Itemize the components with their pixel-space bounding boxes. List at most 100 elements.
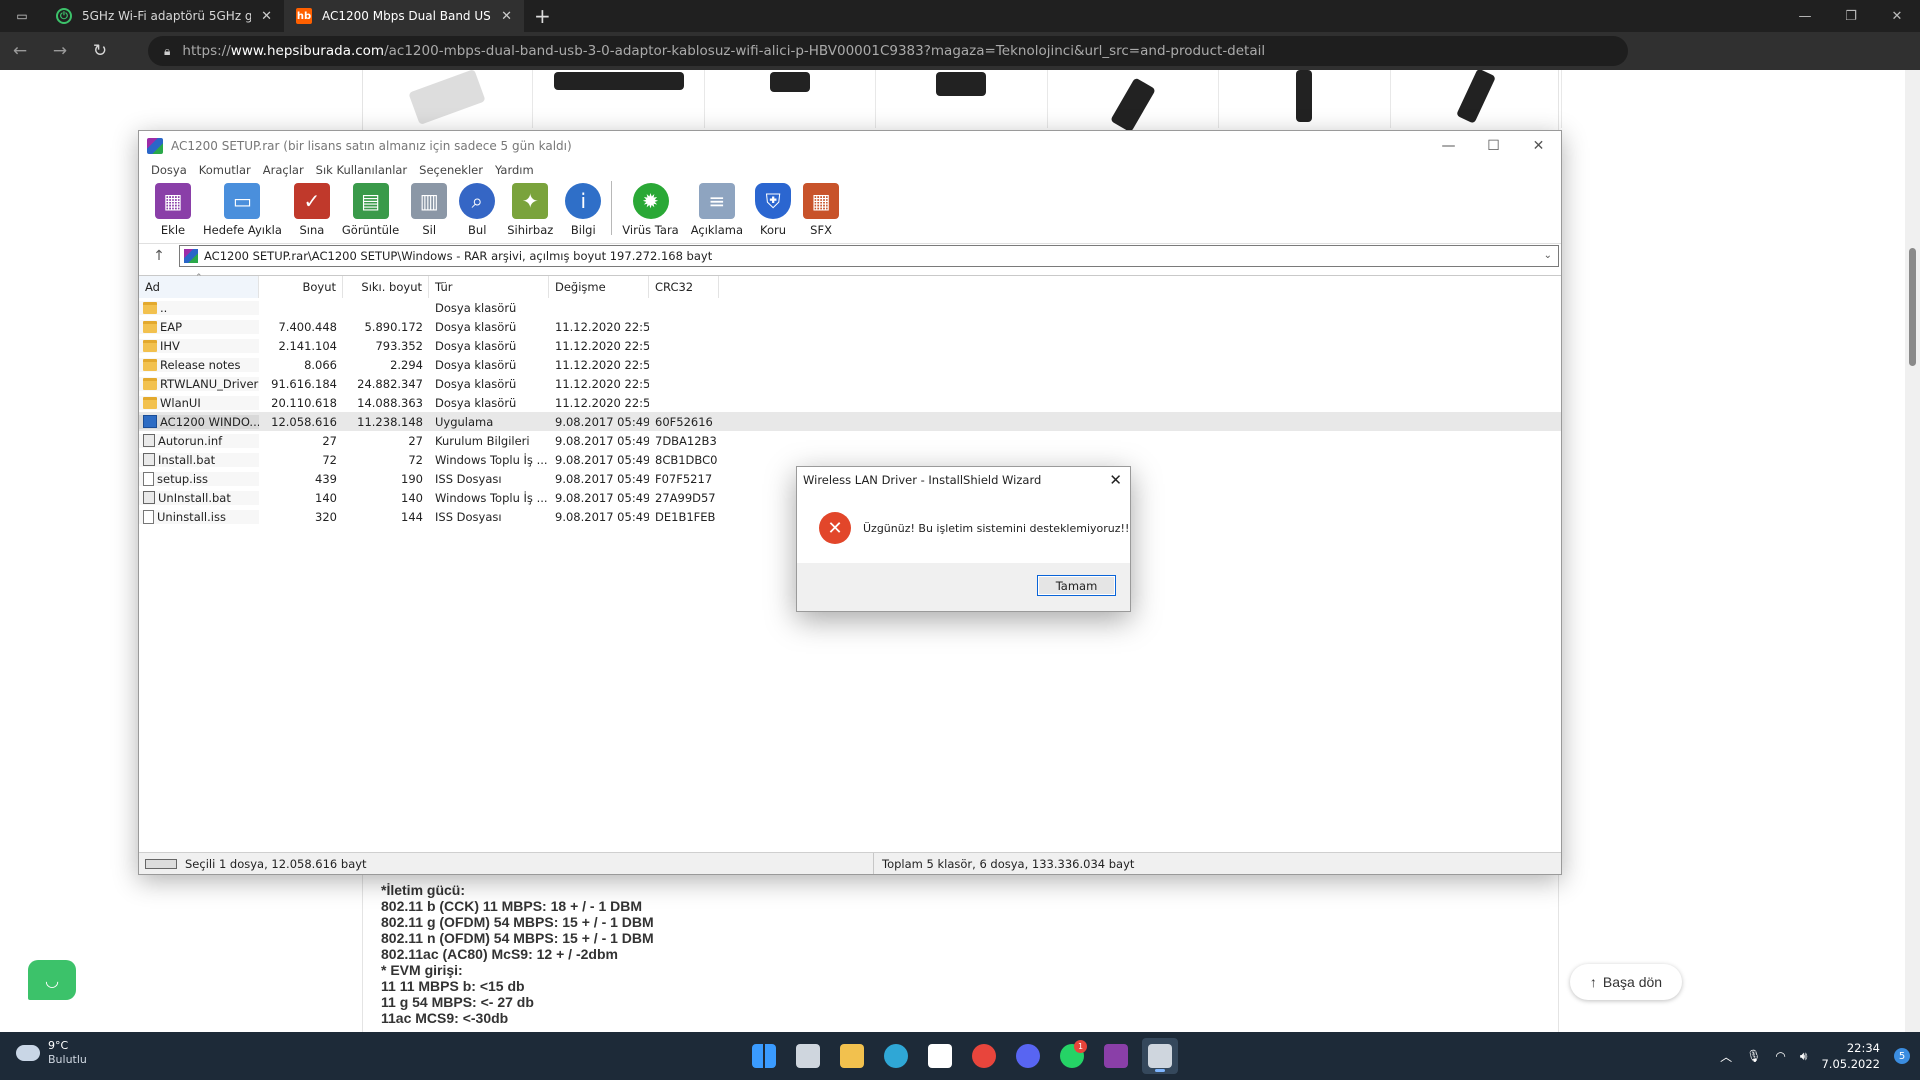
col-header-name[interactable]: ⌃ Ad <box>139 273 259 298</box>
address-bar[interactable]: 🔒︎ https://www.hepsiburada.com/ac1200-mb… <box>148 36 1628 66</box>
tool-sihirbaz-button[interactable]: ✦ Sihirbaz <box>501 183 559 237</box>
file-packed-size: 72 <box>408 452 423 467</box>
product-thumb[interactable] <box>1048 70 1220 133</box>
taskbar-app[interactable]: 1 <box>1054 1038 1090 1074</box>
notification-badge[interactable]: 5 <box>1894 1048 1910 1064</box>
col-header-type[interactable]: Tür <box>429 276 549 298</box>
clock[interactable]: 22:34 7.05.2022 <box>1821 1040 1880 1072</box>
up-folder-icon[interactable]: ↑ <box>139 248 179 264</box>
taskbar-app[interactable] <box>790 1038 826 1074</box>
new-tab-icon[interactable]: + <box>524 4 561 28</box>
minimize-icon[interactable]: — <box>1426 131 1471 161</box>
close-window-icon[interactable]: ✕ <box>1874 0 1920 32</box>
tool-sfx-button[interactable]: ▦ SFX <box>797 183 845 237</box>
taskbar-app[interactable] <box>966 1038 1002 1074</box>
back-icon[interactable]: ← <box>0 41 40 61</box>
chevron-down-icon[interactable]: ⌄ <box>1544 250 1552 261</box>
product-thumb[interactable] <box>533 70 705 128</box>
menu-sik-kullanilanlar[interactable]: Sık Kullanılanlar <box>310 163 414 177</box>
file-row[interactable]: Release notes 8.066 2.294 Dosya klasörü 11.1… <box>139 355 1561 374</box>
taskbar-app[interactable] <box>878 1038 914 1074</box>
tool-sina-button[interactable]: ✓ Sına <box>288 183 336 237</box>
file-row[interactable]: WlanUI 20.110.618 14.088.363 Dosya klasörü 1… <box>139 393 1561 412</box>
tool-koru-button[interactable]: ⛨ Koru <box>749 183 797 237</box>
chevron-up-icon[interactable]: ︿ <box>1720 1048 1732 1065</box>
close-icon[interactable]: ✕ <box>1516 131 1561 161</box>
file-row[interactable]: Autorun.inf 27 27 Kurulum Bilgileri 9.08.201… <box>139 431 1561 450</box>
tool-bilgi-button[interactable]: i Bilgi <box>559 183 607 237</box>
winrar-window-controls: — ☐ ✕ <box>1426 131 1561 161</box>
file-name-cell: setup.iss <box>139 471 259 486</box>
product-thumb[interactable] <box>362 70 534 128</box>
archive-path-combobox[interactable]: AC1200 SETUP.rar\AC1200 SETUP\Windows - … <box>179 244 1559 267</box>
archive-path: AC1200 SETUP.rar\AC1200 SETUP\Windows - … <box>204 248 713 263</box>
wifi-icon[interactable]: ◠ <box>1775 1049 1785 1063</box>
scrollbar-thumb[interactable] <box>1909 248 1916 366</box>
power-icon: ⏻ <box>56 8 72 24</box>
menu-yardim[interactable]: Yardım <box>489 163 540 177</box>
file-row[interactable]: RTWLANU_Driver 91.616.184 24.882.347 Dosya … <box>139 374 1561 393</box>
file-modified: 11.12.2020 22:54 <box>555 338 649 353</box>
refresh-icon[interactable]: ↻ <box>80 41 120 61</box>
taskbar-app[interactable] <box>746 1038 782 1074</box>
tool-aciklama-button[interactable]: ≡ Açıklama <box>685 183 749 237</box>
back-to-top-button[interactable]: ↑ Başa dön <box>1570 964 1682 1000</box>
restore-icon[interactable]: ❐ <box>1828 0 1874 32</box>
col-header-crc[interactable]: CRC32 <box>649 276 719 298</box>
file-row[interactable]: IHV 2.141.104 793.352 Dosya klasörü 11.12.20… <box>139 336 1561 355</box>
microphone-icon[interactable]: 🎙︎ <box>1746 1049 1761 1063</box>
ok-button[interactable]: Tamam <box>1037 575 1116 596</box>
tab-title: AC1200 Mbps Dual Band USB 3.0 <box>322 9 491 23</box>
tool-hedefe-ayikla-button[interactable]: ▭ Hedefe Ayıkla <box>197 183 288 237</box>
close-icon[interactable]: ✕ <box>1109 471 1122 489</box>
file-row[interactable]: EAP 7.400.448 5.890.172 Dosya klasörü 11.12.… <box>139 317 1561 336</box>
col-header-packed[interactable]: Sıkı. boyut <box>343 276 429 298</box>
tab-wifi-adapter[interactable]: ⏻ 5GHz Wi-Fi adaptörü 5GHz görm ✕ <box>44 0 284 32</box>
minimize-icon[interactable]: — <box>1782 0 1828 32</box>
file-row[interactable]: .. Dosya klasörü <box>139 298 1561 317</box>
tool-sil-button[interactable]: ▥ Sil <box>405 183 453 237</box>
menu-dosya[interactable]: Dosya <box>145 163 193 177</box>
menu-araclar[interactable]: Araçlar <box>257 163 310 177</box>
spec-line: *İletim gücü: <box>381 882 466 898</box>
sort-asc-icon: ⌃ <box>195 273 203 283</box>
file-name: EAP <box>160 319 183 334</box>
menu-komutlar[interactable]: Komutlar <box>193 163 257 177</box>
tool-goruntule-button[interactable]: ▤ Görüntüle <box>336 183 405 237</box>
chatbot-button[interactable]: ◡ <box>28 960 76 1000</box>
taskbar-app[interactable] <box>922 1038 958 1074</box>
product-thumb[interactable] <box>1391 70 1562 128</box>
taskbar-app[interactable] <box>1142 1038 1178 1074</box>
forward-icon[interactable]: → <box>40 41 80 61</box>
view-book-icon: ▤ <box>352 183 389 219</box>
file-type: Dosya klasörü <box>435 319 517 334</box>
weather-widget[interactable]: 9°C Bulutlu <box>16 1039 87 1067</box>
tab-actions-icon[interactable]: ▭ <box>0 0 44 32</box>
file-size: 140 <box>315 490 337 505</box>
col-header-size[interactable]: Boyut <box>259 276 343 298</box>
rar-archive-icon <box>184 248 198 263</box>
col-header-modified[interactable]: Değişme <box>549 276 649 298</box>
tool-ekle-button[interactable]: ▦ Ekle <box>149 183 197 237</box>
close-tab-icon[interactable]: ✕ <box>261 9 272 24</box>
menu-secenekler[interactable]: Seçenekler <box>413 163 489 177</box>
speaker-icon[interactable]: 🔊︎ <box>1800 1049 1808 1064</box>
file-name: setup.iss <box>157 471 208 486</box>
product-thumb[interactable] <box>705 70 877 128</box>
taskbar-app[interactable] <box>1098 1038 1134 1074</box>
maximize-icon[interactable]: ☐ <box>1471 131 1516 161</box>
taskbar-app[interactable] <box>1010 1038 1046 1074</box>
close-tab-icon[interactable]: ✕ <box>501 9 512 24</box>
page-scrollbar[interactable] <box>1905 70 1920 1032</box>
tool-bul-button[interactable]: ⌕ Bul <box>453 183 501 237</box>
file-modified: 9.08.2017 05:49 <box>555 509 649 524</box>
tab-hepsiburada[interactable]: hb AC1200 Mbps Dual Band USB 3.0 ✕ <box>284 0 524 32</box>
file-packed-size: 140 <box>401 490 423 505</box>
drive-icon[interactable] <box>145 858 177 869</box>
tool-virus-tara-button[interactable]: ✹ Virüs Tara <box>616 183 684 237</box>
back-to-top-label: Başa dön <box>1602 974 1663 990</box>
file-row[interactable]: AC1200 WINDO... 12.058.616 11.238.148 Uygul… <box>139 412 1561 431</box>
taskbar-app[interactable] <box>834 1038 870 1074</box>
product-thumb[interactable] <box>876 70 1048 128</box>
product-thumb[interactable] <box>1219 70 1391 128</box>
